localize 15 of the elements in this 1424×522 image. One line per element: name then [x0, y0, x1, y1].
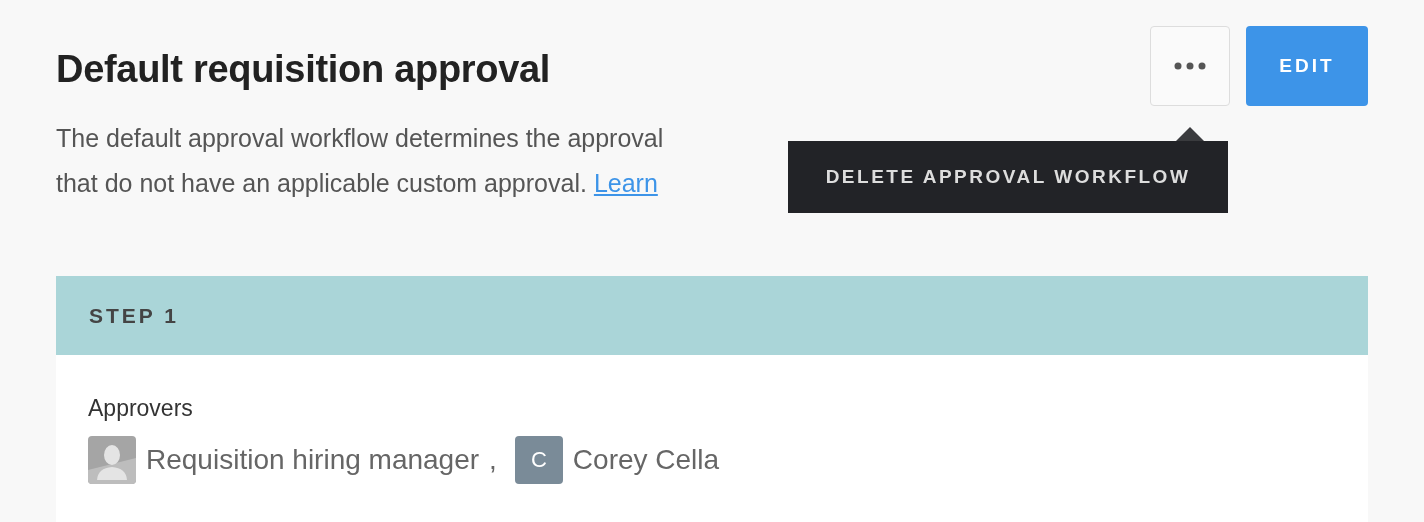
step-header: STEP 1 — [56, 276, 1368, 355]
description-text: that do not have an applicable custom approval. — [56, 169, 587, 197]
learn-link[interactable]: Learn — [593, 169, 658, 197]
approver-name: Requisition hiring manager — [146, 444, 480, 476]
avatar-icon — [88, 436, 136, 484]
more-icon — [1173, 62, 1207, 70]
approvers-label: Approvers — [88, 395, 194, 422]
approver-name: Corey Cella — [572, 444, 720, 476]
avatar: C — [514, 436, 563, 484]
page-title: Default requisition approval — [56, 48, 551, 91]
edit-button[interactable]: EDIT — [1246, 26, 1368, 106]
tooltip[interactable]: DELETE APPROVAL WORKFLOW — [788, 141, 1228, 213]
separator: , — [489, 444, 497, 476]
description-text: The default approval workflow determines the approval — [56, 124, 664, 152]
more-button[interactable] — [1150, 26, 1230, 106]
